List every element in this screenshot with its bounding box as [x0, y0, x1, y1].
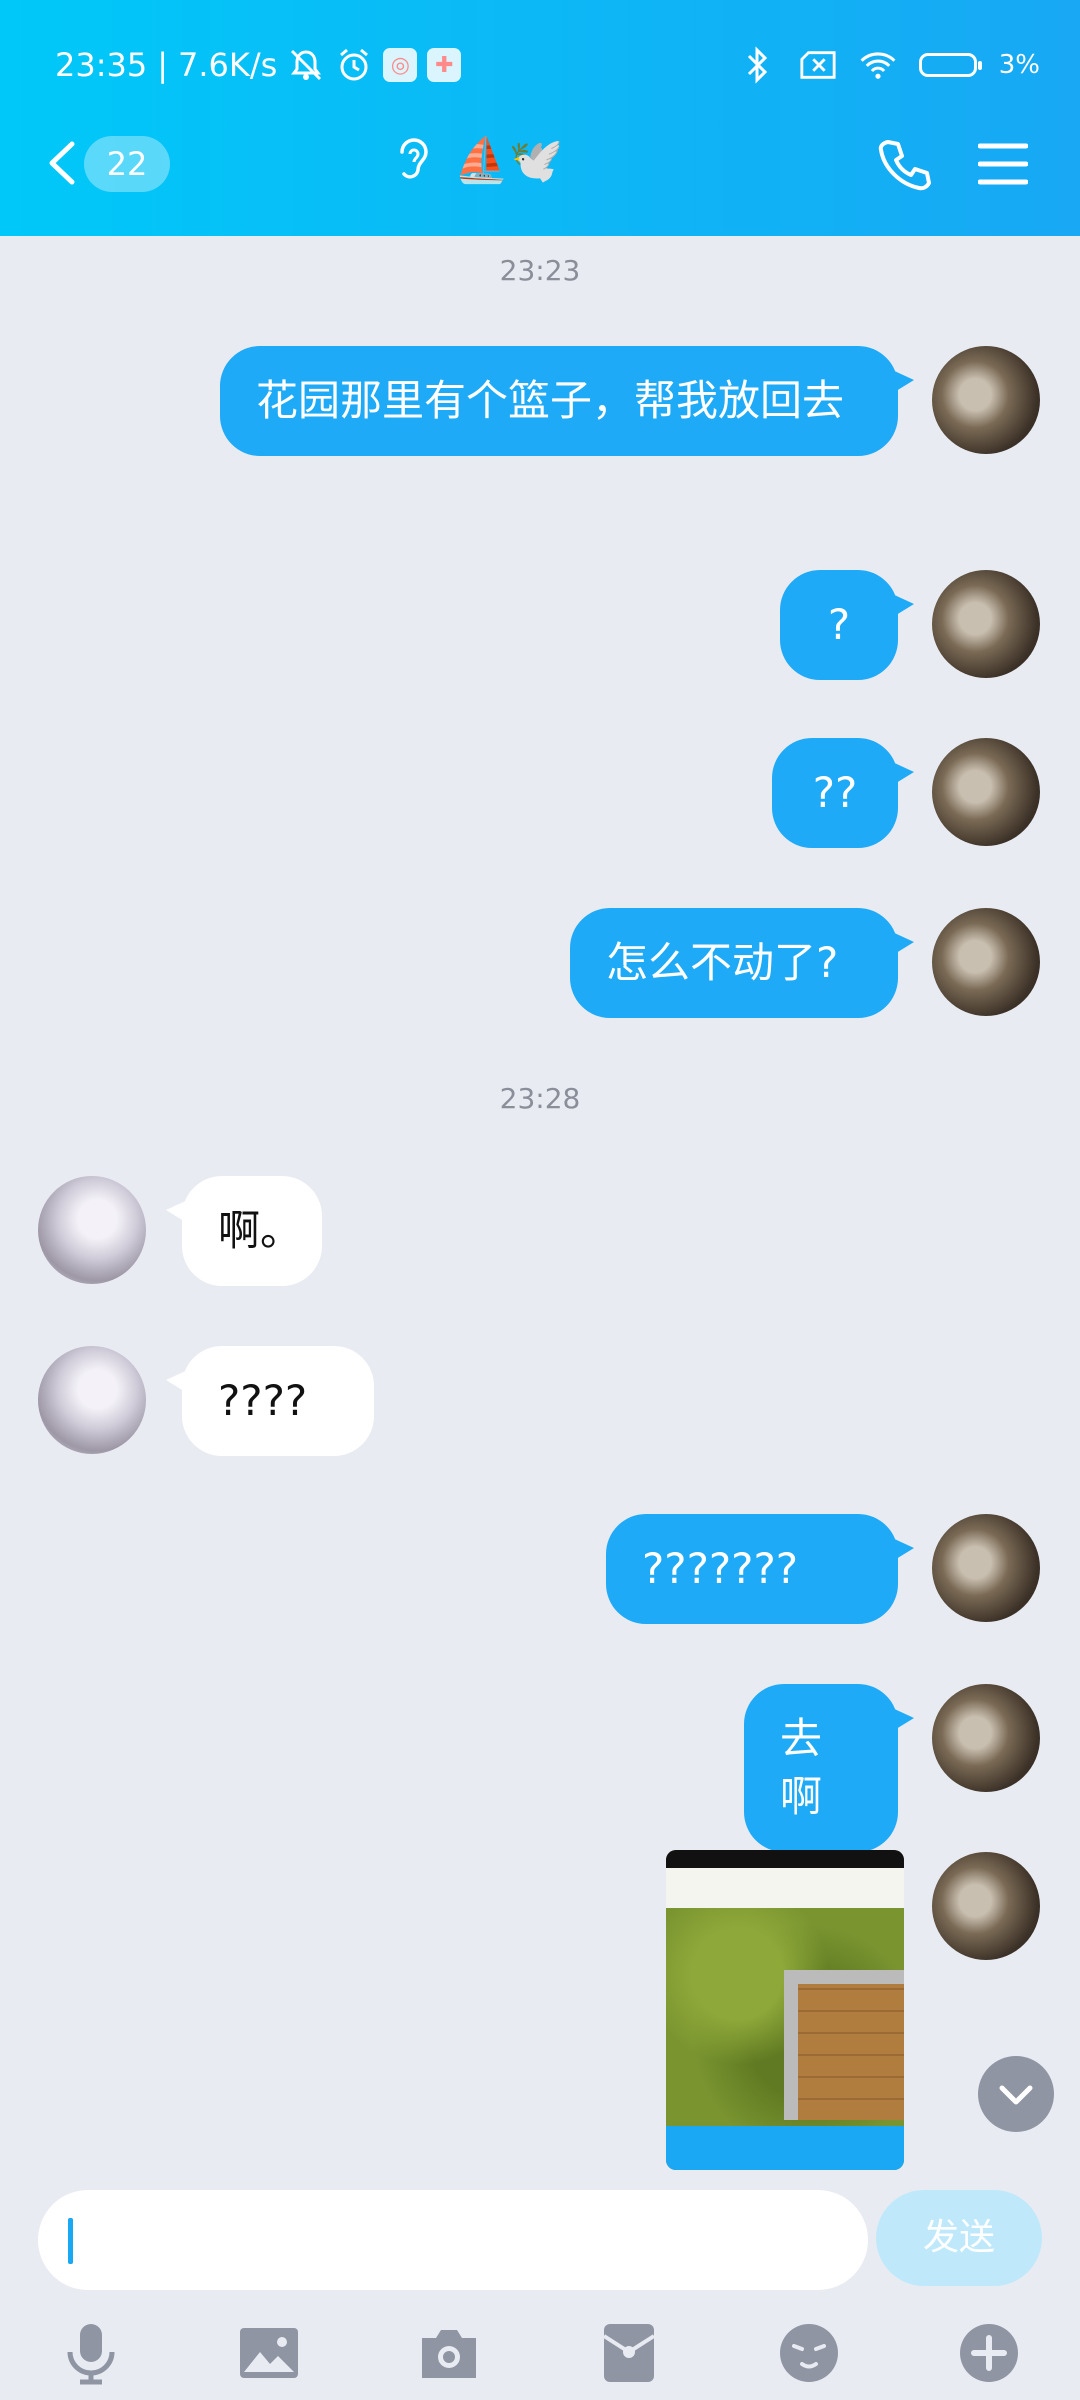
message-bubble-received[interactable]: 啊。 [166, 1176, 322, 1286]
emoji-icon[interactable] [776, 2320, 842, 2386]
phone-call-icon[interactable] [876, 136, 932, 192]
my-avatar[interactable] [932, 1852, 1040, 1960]
message-bubble-sent[interactable]: 去啊 [744, 1684, 914, 1852]
timestamp: 23:28 [499, 1082, 581, 1115]
status-time: 23:35 [55, 46, 148, 84]
message-bubble-sent[interactable]: ? [780, 570, 914, 680]
screenshot-header [666, 1868, 904, 1908]
bluetooth-icon [739, 46, 777, 84]
my-avatar[interactable] [932, 570, 1040, 678]
message-bubble-sent[interactable]: ??????? [606, 1514, 914, 1624]
timestamp: 23:23 [499, 254, 581, 287]
alarm-clock-icon [335, 46, 373, 84]
ear-icon [400, 138, 428, 179]
chat-title: ⛵🕊️ [392, 134, 564, 186]
scroll-to-bottom-button[interactable] [978, 2056, 1054, 2132]
plus-icon[interactable] [956, 2320, 1022, 2386]
farm-plot [784, 1970, 904, 2120]
unread-count-badge[interactable]: 22 [84, 136, 170, 192]
message-bubble-sent[interactable]: 花园那里有个篮子，帮我放回去 [220, 346, 914, 456]
red-packet-icon[interactable] [596, 2320, 662, 2386]
camera-icon[interactable] [416, 2320, 482, 2386]
muted-bell-icon [287, 46, 325, 84]
app-notification-icon-2: ✚ [427, 48, 462, 82]
network-speed: 7.6K/s [178, 46, 278, 84]
input-toolbar [0, 2300, 1080, 2400]
microphone-icon[interactable] [58, 2320, 124, 2386]
nav-bar: 22 ⛵🕊️ [0, 122, 1080, 208]
contact-avatar[interactable] [38, 1346, 146, 1454]
my-avatar[interactable] [932, 908, 1040, 1016]
battery-percent: 3% [998, 50, 1040, 80]
my-avatar[interactable] [932, 346, 1040, 454]
contact-avatar[interactable] [38, 1176, 146, 1284]
my-avatar[interactable] [932, 1684, 1040, 1792]
message-bubble-sent[interactable]: 怎么不动了? [570, 908, 914, 1018]
message-bubble-sent[interactable]: ?? [772, 738, 914, 848]
chat-header: 23:35 | 7.6K/s ◎ ✚ 3% 22 ⛵🕊️ [0, 0, 1080, 236]
image-icon[interactable] [236, 2320, 302, 2386]
menu-icon[interactable] [978, 142, 1028, 186]
text-cursor [68, 2218, 73, 2264]
no-sim-icon [799, 46, 837, 84]
image-message[interactable] [666, 1850, 904, 2170]
my-avatar[interactable] [932, 738, 1040, 846]
status-bar: 23:35 | 7.6K/s ◎ ✚ 3% [55, 40, 1040, 90]
status-divider: | [157, 46, 168, 84]
my-avatar[interactable] [932, 1514, 1040, 1622]
message-bubble-received[interactable]: ???? [166, 1346, 374, 1456]
screenshot-chat-bar [666, 2126, 904, 2170]
title-emojis: ⛵🕊️ [454, 135, 564, 186]
chevron-down-icon [999, 2085, 1033, 2105]
wifi-icon [859, 46, 897, 84]
battery-icon [918, 53, 982, 77]
message-input[interactable] [38, 2190, 868, 2290]
screenshot-status-bar [666, 1850, 904, 1868]
send-button[interactable]: 发送 [876, 2190, 1042, 2286]
app-notification-icon: ◎ [383, 48, 418, 82]
back-icon[interactable] [42, 138, 82, 188]
